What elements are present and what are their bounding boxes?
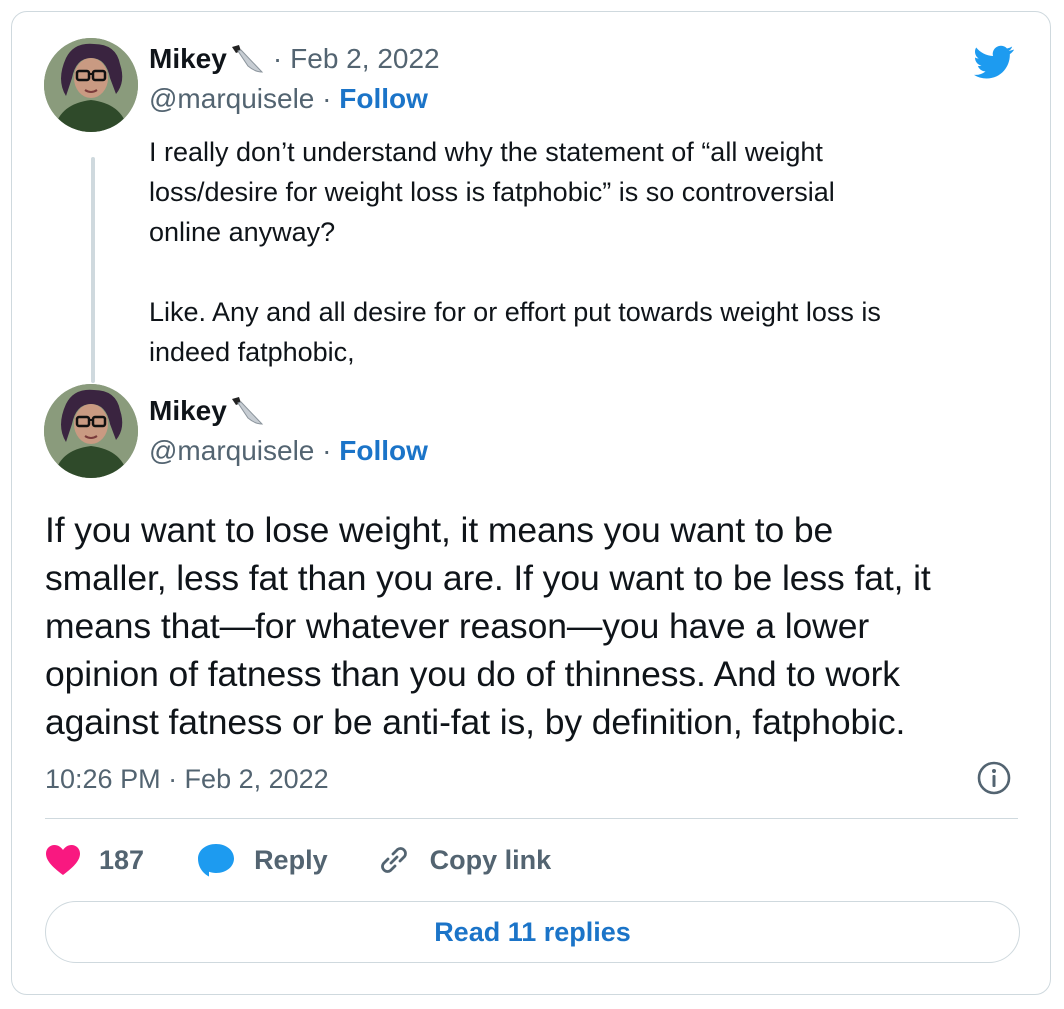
copy-link-button[interactable]: Copy link: [376, 842, 552, 878]
speech-bubble-icon: [198, 844, 235, 877]
tweet-timestamp[interactable]: 10:26 PM · Feb 2, 2022: [45, 762, 329, 796]
action-bar: 187 Reply Copy link: [45, 838, 551, 882]
text-line: Like. Any and all desire for or effort p…: [149, 297, 881, 327]
reply-label: Reply: [254, 844, 328, 875]
knife-icon: [229, 42, 265, 76]
heart-icon: [46, 845, 80, 875]
author-handle[interactable]: @marquisele: [149, 435, 314, 466]
main-handle-row: @marquisele · Follow: [149, 434, 428, 468]
reply-handle-row: @marquisele · Follow: [149, 82, 428, 116]
follow-button[interactable]: Follow: [339, 435, 428, 466]
link-icon: [380, 847, 407, 873]
text-line: opinion of fatness than you do of thinne…: [45, 654, 900, 694]
separator: ·: [322, 83, 332, 114]
info-icon[interactable]: [976, 760, 1012, 796]
tweet-embed-card: Mikey · Feb 2, 2022 @marquisele · Follow…: [11, 11, 1051, 995]
text-line: loss/desire for weight loss is fatphobic…: [149, 177, 835, 207]
text-line: online anyway?: [149, 217, 336, 247]
copy-link-label: Copy link: [429, 844, 552, 875]
separator: ·: [272, 43, 283, 74]
main-tweet-text: If you want to lose weight, it means you…: [45, 506, 1035, 746]
read-replies-label: Read 11 replies: [434, 916, 631, 947]
avatar[interactable]: [44, 384, 138, 478]
author-name[interactable]: Mikey: [149, 394, 227, 428]
like-button[interactable]: 187: [45, 844, 144, 876]
reply-button[interactable]: Reply: [196, 842, 328, 878]
divider: [45, 818, 1018, 819]
main-author-row: Mikey: [149, 394, 265, 428]
twitter-bird-icon[interactable]: [970, 42, 1018, 82]
author-name[interactable]: Mikey: [149, 42, 227, 76]
text-line: I really don’t understand why the statem…: [149, 137, 823, 167]
read-replies-button[interactable]: Read 11 replies: [45, 901, 1020, 963]
like-count: 187: [99, 844, 145, 875]
tweet-date[interactable]: Feb 2, 2022: [290, 42, 439, 76]
follow-button[interactable]: Follow: [339, 83, 428, 114]
knife-icon: [229, 394, 265, 428]
separator: ·: [322, 435, 332, 466]
text-line: smaller, less fat than you are. If you w…: [45, 558, 931, 598]
avatar[interactable]: [44, 38, 138, 132]
text-line: If you want to lose weight, it means you…: [45, 510, 834, 550]
text-line: against fatness or be anti-fat is, by de…: [45, 702, 906, 742]
author-handle[interactable]: @marquisele: [149, 83, 314, 114]
text-line: means that—for whatever reason—you have …: [45, 606, 870, 646]
reply-author-row: Mikey · Feb 2, 2022: [149, 42, 440, 76]
thread-connector-line: [91, 157, 95, 383]
text-line: indeed fatphobic,: [149, 337, 355, 367]
reply-tweet-text: I really don’t understand why the statem…: [149, 132, 1019, 372]
